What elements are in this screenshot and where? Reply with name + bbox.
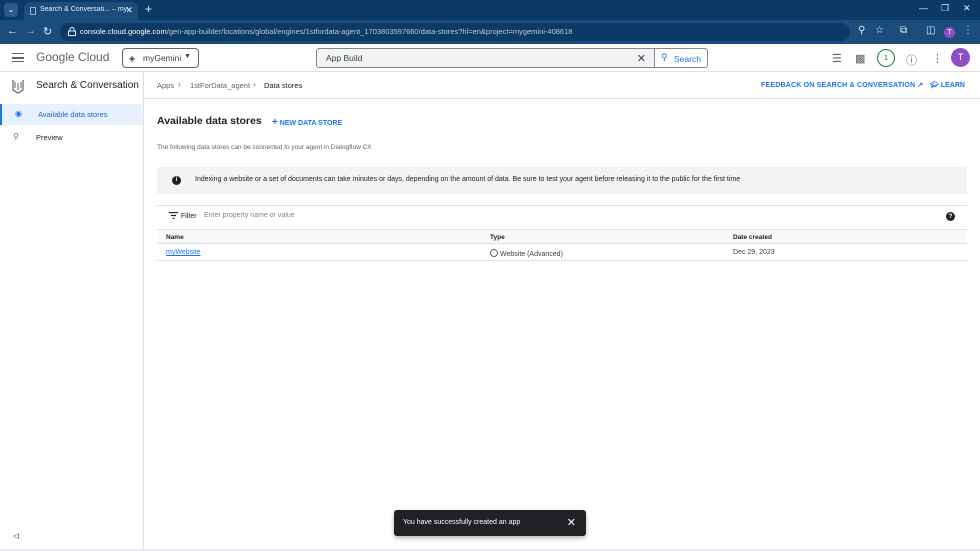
info-text: Indexing a website or a set of documents… [195,176,741,183]
search-input[interactable]: App Build ✕ [316,48,655,68]
tab-favicon-icon [30,7,36,15]
help-icon[interactable]: ⓘ [906,52,917,68]
filter-bar[interactable]: Filter Enter property name or value ? [157,205,967,227]
info-icon: i [172,176,181,185]
restore-icon[interactable]: ❐ [941,3,949,14]
open-in-new-icon: ↗ [917,82,924,89]
user-avatar[interactable]: T [951,48,970,67]
page-title: Available data stores [157,115,262,127]
help-icon[interactable]: ? [946,212,955,221]
column-header-date[interactable]: Date created [733,234,772,241]
info-banner: i Indexing a website or a set of documen… [157,167,967,194]
snackbar-message: You have successfully created an app [403,519,521,526]
data-stores-table: Name Type Date created myWebsite Website… [157,229,967,261]
search-button[interactable]: ⚲ Search [655,48,708,68]
back-icon[interactable]: ← [7,25,18,37]
site-info-icon[interactable] [68,27,76,36]
feedback-link[interactable]: FEEDBACK ON SEARCH & CONVERSATION ↗ [761,81,924,89]
filter-label: Filter [181,213,197,220]
search-button-label: Search [674,54,701,64]
data-store-name-link[interactable]: myWebsite [166,249,201,256]
minimize-icon[interactable]: — [919,3,928,13]
product-icon [12,80,24,94]
filter-icon [169,212,178,219]
browser-profile-avatar[interactable]: T [944,27,955,38]
sidebar-item-preview[interactable]: ⚲ Preview [0,127,143,148]
data-store-date: Dec 29, 2023 [733,249,775,256]
main-content: Apps › 1stForData_agent › Data stores FE… [144,72,980,551]
chevron-down-icon: ▼ [184,53,191,60]
tab-close-icon[interactable]: ✕ [125,5,133,16]
url-text: console.cloud.google.com/gen-app-builder… [80,27,573,36]
chevron-right-icon: › [253,80,256,89]
add-icon: + [272,117,278,128]
breadcrumb-apps[interactable]: Apps [157,81,174,90]
collapse-sidebar-button[interactable]: <I [13,532,20,541]
reload-icon[interactable]: ↻ [43,25,52,38]
notifications-badge[interactable]: 1 [877,49,895,67]
cloud-console-header: Google Cloud ◈ myGemini ▼ App Build ✕ ⚲ … [0,44,980,72]
tab-title: Search & Conversati... – myGemi [40,6,128,13]
address-bar[interactable]: console.cloud.google.com/gen-app-builder… [60,23,850,41]
table-row: myWebsite Website (Advanced) Dec 29, 202… [157,244,967,261]
column-header-type[interactable]: Type [490,234,505,241]
browser-toolbar: ← → ↻ console.cloud.google.com/gen-app-b… [0,20,980,44]
forward-icon[interactable]: → [25,25,36,37]
zoom-icon[interactable]: ⚲ [858,25,865,36]
nav-menu-icon[interactable] [12,53,24,62]
google-cloud-logo[interactable]: Google Cloud [36,50,109,64]
sidebar-item-label: Preview [36,133,63,142]
filter-input[interactable]: Enter property name or value [204,212,295,219]
side-panel-icon[interactable]: ◫ [926,25,935,36]
tab-search-button[interactable]: ⌄ [4,3,18,17]
bookmark-star-icon[interactable]: ☆ [875,25,884,36]
breadcrumb-current: Data stores [264,81,303,90]
learn-link[interactable]: 🎓︎ LEARN [930,81,965,89]
datastore-icon: ◉ [15,109,22,118]
gemini-chat-icon[interactable]: ☰ [832,52,842,65]
close-icon[interactable]: ✕ [567,516,576,529]
column-header-name[interactable]: Name [166,234,184,241]
browser-tab[interactable]: Search & Conversati... – myGemi ✕ [24,2,138,20]
project-name: myGemini [143,53,182,63]
data-store-type: Website (Advanced) [490,249,563,258]
cloud-shell-icon[interactable]: ▩ [855,52,865,65]
close-window-icon[interactable]: ✕ [963,3,971,14]
sidebar-item-available-data-stores[interactable]: ◉ Available data stores [0,104,143,125]
browser-tab-strip: ⌄ Search & Conversati... – myGemi ✕ + — … [0,0,980,20]
breadcrumb: Apps › 1stForData_agent › Data stores FE… [144,72,980,99]
new-data-store-button[interactable]: + NEW DATA STORE [272,117,342,128]
extensions-icon[interactable]: ⧉ [900,25,907,36]
project-icon: ◈ [129,54,136,63]
search-icon: ⚲ [13,132,19,141]
page-description: The following data stores can be connect… [157,144,372,151]
product-name: Search & Conversation [36,80,139,91]
chevron-right-icon: › [178,80,181,89]
clear-search-icon[interactable]: ✕ [637,52,646,65]
globe-icon [490,249,498,257]
breadcrumb-agent[interactable]: 1stForData_agent [190,81,250,90]
school-icon: 🎓︎ [930,82,939,89]
search-value: App Build [326,53,363,63]
sidebar: Search & Conversation ◉ Available data s… [0,72,144,551]
snackbar: You have successfully created an app ✕ [394,510,586,536]
project-picker[interactable]: ◈ myGemini ▼ [122,48,199,68]
browser-menu-icon[interactable]: ⋮ [963,25,973,36]
sidebar-item-label: Available data stores [38,110,108,119]
search-icon: ⚲ [661,52,668,62]
new-tab-button[interactable]: + [145,2,152,16]
table-header: Name Type Date created [157,229,967,244]
more-options-icon[interactable]: ⋮ [932,52,943,65]
